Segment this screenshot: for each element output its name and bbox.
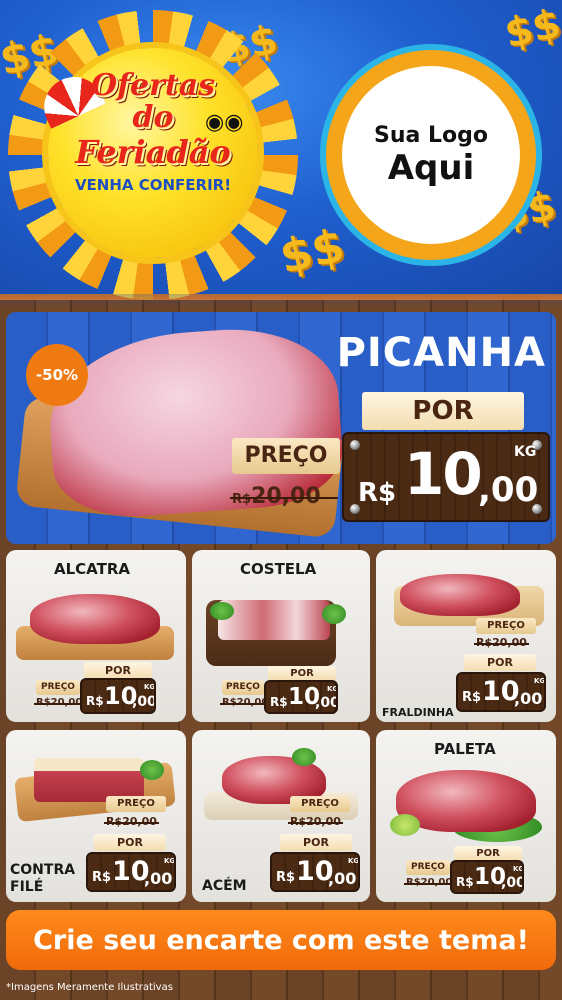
nail-icon: [350, 440, 360, 450]
price-currency: R$: [92, 870, 112, 885]
strikethrough-line: [474, 642, 529, 645]
offers-title-line3: Feriadão: [75, 133, 231, 171]
strikethrough-line: [104, 821, 159, 824]
herbs-decoration: [210, 602, 234, 620]
featured-product-card: -50% PICANHA POR PREÇO R$20,00 R$ 10 ,00…: [6, 312, 556, 544]
preco-label: PREÇO: [290, 796, 350, 812]
price-unit: KG: [144, 683, 156, 691]
preco-label: PREÇO: [476, 618, 536, 634]
price-plate: R$ 10 ,00 KG: [86, 852, 176, 892]
strikethrough-line: [230, 497, 338, 499]
product-card-paleta: PALETA POR PREÇO R$20,00 R$ 10 ,00 KG: [376, 730, 556, 902]
por-label: POR: [464, 654, 536, 671]
preco-label: PREÇO: [36, 680, 80, 695]
price-decimal: ,00: [144, 869, 173, 888]
price-decimal: ,00: [478, 470, 539, 510]
alcatra-image: [30, 594, 160, 644]
price-plate: R$ 10 ,00 KG: [80, 678, 156, 714]
price-unit: KG: [534, 677, 546, 685]
fraldinha-image: [400, 574, 520, 616]
old-price: R$20,00: [34, 697, 85, 708]
cta-banner[interactable]: Crie seu encarte com este tema!: [6, 910, 556, 970]
price-decimal: ,00: [514, 689, 543, 708]
preco-label: PREÇO: [406, 860, 450, 875]
por-label: POR: [84, 662, 152, 679]
por-label: POR: [94, 834, 166, 851]
price-currency: R$: [276, 870, 296, 885]
logo-circle: Sua Logo Aqui: [342, 66, 520, 244]
discount-badge: -50%: [26, 344, 88, 406]
por-label: POR: [280, 834, 352, 851]
price-currency: R$: [456, 875, 474, 889]
lime-decoration: [390, 814, 420, 836]
logo-text-line2: Aqui: [387, 147, 475, 188]
product-name: COSTELA: [240, 560, 317, 578]
product-name-line2: FILÉ: [10, 879, 44, 895]
price-currency: R$: [358, 478, 397, 508]
product-name: FRALDINHA: [382, 706, 454, 719]
herbs-decoration: [292, 748, 316, 766]
price-decimal: ,00: [315, 695, 338, 711]
strikethrough-line: [34, 702, 85, 705]
strikethrough-line: [220, 702, 271, 705]
header-banner: $$ $$ $$ $$ $$ ◉◉ Ofertas do Feriadão VE…: [0, 0, 562, 308]
product-card-alcatra: ALCATRA POR PREÇO R$20,00 R$ 10 ,00 KG: [6, 550, 186, 722]
old-price: R$20,00: [104, 815, 159, 828]
price-unit: KG: [348, 857, 360, 865]
product-card-acem: PREÇO R$20,00 POR R$ 10 ,00 KG ACÉM: [192, 730, 370, 902]
offers-title-line1: Ofertas: [90, 68, 216, 103]
product-name: CONTRA FILÉ: [10, 862, 75, 896]
old-price: R$20,00: [220, 697, 271, 708]
price-plate: R$ 10 ,00 KG: [456, 672, 546, 712]
herbs-decoration: [140, 760, 164, 780]
price-plate: R$ 10 ,00 KG: [342, 432, 550, 522]
price-decimal: ,00: [328, 869, 357, 888]
product-card-costela: COSTELA POR PREÇO R$20,00 R$ 10 ,00 KG: [192, 550, 370, 722]
product-name: ACÉM: [202, 878, 247, 894]
price-integer: 10: [404, 440, 483, 508]
strikethrough-line: [288, 821, 343, 824]
product-name: ALCATRA: [54, 560, 131, 578]
price-unit: KG: [513, 865, 524, 873]
price-currency: R$: [270, 695, 288, 709]
price-unit: KG: [514, 444, 537, 460]
por-label: POR: [454, 846, 522, 861]
dollar-sign-decoration: $$: [275, 217, 349, 285]
por-label: POR: [268, 666, 336, 681]
old-price: R$20,00: [230, 484, 338, 510]
offers-title: Ofertas do Feriadão: [48, 68, 258, 171]
price-plate: R$ 10 ,00 KG: [450, 860, 524, 894]
price-currency: R$: [86, 694, 104, 708]
disclaimer-text: *Imagens Meramente Ilustrativas: [6, 982, 173, 993]
herbs-decoration: [322, 604, 346, 624]
strikethrough-line: [404, 882, 455, 885]
costela-image: [218, 600, 330, 640]
price-unit: KG: [327, 685, 338, 693]
price-unit: KG: [164, 857, 176, 865]
price-plate: R$ 10 ,00 KG: [264, 680, 338, 714]
old-price: R$20,00: [288, 815, 343, 828]
logo-placeholder: Sua Logo Aqui: [320, 44, 542, 266]
old-price: R$20,00: [474, 636, 529, 649]
price-decimal: ,00: [501, 875, 524, 891]
featured-product-name: PICANHA: [336, 330, 546, 376]
old-price-currency: R$: [232, 492, 252, 507]
price-plate: R$ 10 ,00 KG: [270, 852, 360, 892]
product-name: PALETA: [434, 740, 496, 758]
old-price: R$20,00: [404, 877, 455, 888]
dollar-sign-decoration: $$: [500, 0, 562, 58]
product-card-contra-file: PREÇO R$20,00 POR R$ 10 ,00 KG CONTRA FI…: [6, 730, 186, 902]
por-label: POR: [362, 392, 524, 430]
product-name-line1: CONTRA: [10, 862, 76, 878]
price-decimal: ,00: [132, 694, 156, 710]
flyer: $$ $$ $$ $$ $$ ◉◉ Ofertas do Feriadão VE…: [0, 0, 562, 1000]
logo-text-line1: Sua Logo: [373, 122, 488, 148]
price-currency: R$: [462, 690, 482, 705]
preco-label: PREÇO: [106, 796, 166, 812]
preco-label: PREÇO: [232, 438, 340, 474]
offers-title-line2: do: [132, 100, 174, 135]
product-card-fraldinha: PREÇO R$20,00 POR R$ 10 ,00 KG FRALDINHA: [376, 550, 556, 722]
offers-subtitle: VENHA CONFERIR!: [74, 176, 232, 194]
preco-label: PREÇO: [222, 680, 264, 695]
